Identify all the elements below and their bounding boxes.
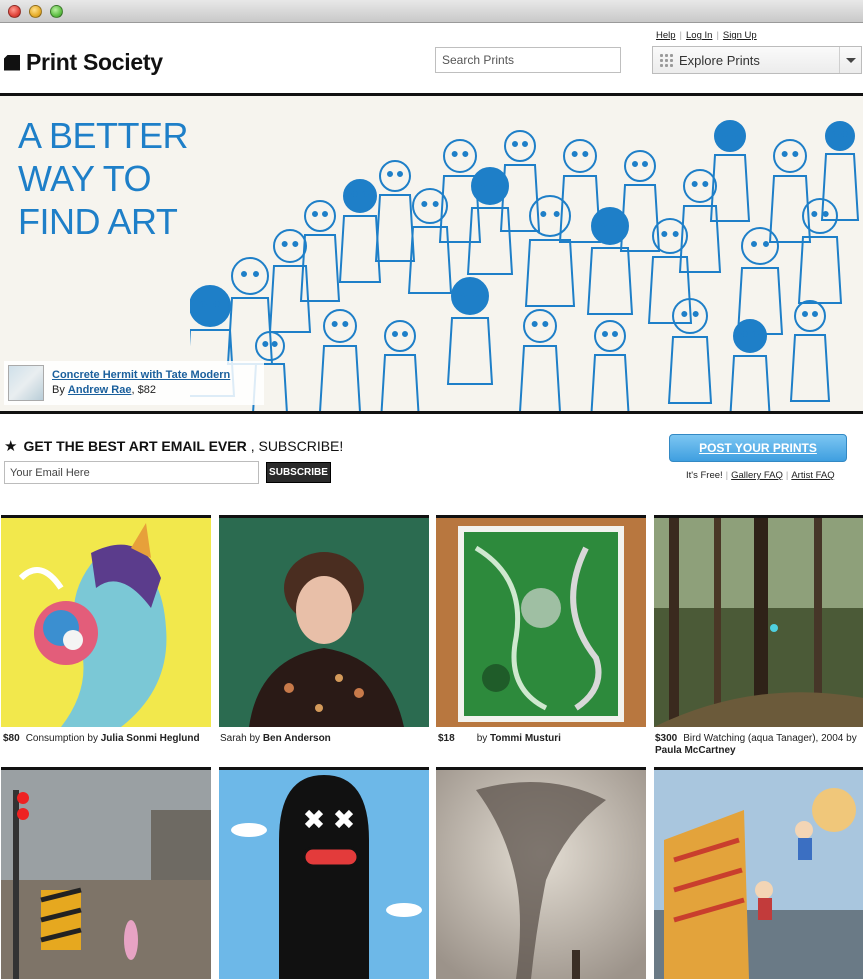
print-title[interactable]: Consumption <box>26 733 85 744</box>
print-by: by <box>846 733 857 744</box>
print-artwork <box>1 770 211 979</box>
print-artist[interactable]: Ben Anderson <box>263 733 331 744</box>
explore-prints-dropdown[interactable]: Explore Prints <box>652 46 862 74</box>
print-tile[interactable] <box>654 515 863 727</box>
print-image[interactable] <box>654 518 863 727</box>
featured-artist-link[interactable]: Andrew Rae <box>68 384 132 396</box>
logo-mark-icon <box>4 54 20 71</box>
print-image[interactable] <box>219 770 429 979</box>
divider: | <box>716 30 719 41</box>
caption-by: By <box>52 384 65 396</box>
post-prints-button[interactable]: POST YOUR PRINTS <box>669 434 847 462</box>
print-caption: $80 Consumption by Julia Sonmi Heglund <box>3 733 213 745</box>
print-caption: Sarah by Ben Anderson <box>220 733 430 745</box>
print-tile[interactable] <box>1 515 211 727</box>
logo-text: Print Society <box>26 49 163 75</box>
logo[interactable]: Print Society <box>4 49 163 76</box>
print-image[interactable] <box>436 518 646 727</box>
print-artwork <box>219 770 429 979</box>
close-window-icon[interactable] <box>8 5 21 18</box>
print-image[interactable] <box>1 770 211 979</box>
featured-caption: Concrete Hermit with Tate Modern By Andr… <box>4 361 264 405</box>
account-links: Help | Log In | Sign Up <box>656 30 761 41</box>
search-input[interactable] <box>435 47 621 73</box>
print-tile[interactable] <box>654 767 863 979</box>
print-tile[interactable] <box>1 767 211 979</box>
print-tile[interactable] <box>219 767 429 979</box>
subscribe-button[interactable]: SUBSCRIBE <box>266 462 331 483</box>
print-artwork <box>654 770 863 979</box>
window-titlebar <box>0 0 863 23</box>
zoom-window-icon[interactable] <box>50 5 63 18</box>
print-title[interactable]: Bird Watching (aqua Tanager), 2004 <box>683 733 843 744</box>
login-link[interactable]: Log In <box>686 30 712 41</box>
featured-thumbnail[interactable] <box>8 365 44 401</box>
subscribe-headline-rest: , SUBSCRIBE! <box>250 438 344 454</box>
site-header: Print Society Help|Log In|Sign Up Explor… <box>0 23 863 93</box>
print-artwork <box>219 518 429 727</box>
print-caption: $18 by Tommi Musturi <box>438 733 648 745</box>
subscribe-headline-bold: GET THE BEST ART EMAIL EVER <box>23 438 247 454</box>
grid-icon <box>659 53 673 67</box>
caption-text: Concrete Hermit with Tate Modern By Andr… <box>52 368 230 398</box>
print-artwork <box>436 518 646 727</box>
free-note: It's Free! <box>686 470 723 481</box>
email-field[interactable] <box>4 461 259 484</box>
print-artwork <box>654 518 863 727</box>
print-tile[interactable] <box>219 515 429 727</box>
featured-price: , $82 <box>131 384 156 396</box>
signup-link[interactable]: Sign Up <box>723 30 757 41</box>
hero-title-line: FIND ART <box>18 201 178 242</box>
print-image[interactable] <box>1 518 211 727</box>
print-image[interactable] <box>436 770 646 979</box>
print-image[interactable] <box>219 518 429 727</box>
print-artist[interactable]: Tommi Musturi <box>490 733 561 744</box>
subscribe-headline: ★ GET THE BEST ART EMAIL EVER, SUBSCRIBE… <box>4 437 343 455</box>
featured-title-link[interactable]: Concrete Hermit with Tate Modern <box>52 368 230 383</box>
print-price: $300 <box>655 733 678 744</box>
post-links: It's Free! | Gallery FAQ | Artist FAQ <box>686 470 835 481</box>
divider: | <box>679 30 683 41</box>
print-by: by <box>87 733 98 744</box>
help-link[interactable]: Help <box>656 30 676 41</box>
print-price: $80 <box>3 733 20 744</box>
hero-illustration <box>190 120 860 411</box>
divider: | <box>785 470 789 481</box>
print-title[interactable]: Sarah <box>220 733 247 744</box>
star-icon: ★ <box>4 438 18 455</box>
print-artist[interactable]: Julia Sonmi Heglund <box>101 733 200 744</box>
hero-title-line: WAY TO <box>18 158 152 199</box>
print-artwork <box>436 770 646 979</box>
print-tile[interactable] <box>436 767 646 979</box>
print-artist[interactable]: Paula McCartney <box>655 745 736 756</box>
artist-faq-link[interactable]: Artist FAQ <box>791 470 834 481</box>
divider: | <box>725 470 729 481</box>
print-by: by <box>476 733 488 744</box>
hero-title: A BETTER WAY TO FIND ART <box>18 114 189 243</box>
print-price: $18 <box>438 733 455 744</box>
chevron-down-icon[interactable] <box>839 47 861 73</box>
hero-title-line: A BETTER <box>18 115 189 156</box>
hero-banner[interactable]: A BETTER WAY TO FIND ART Concrete Hermit… <box>0 93 863 414</box>
print-image[interactable] <box>654 770 863 979</box>
minimize-window-icon[interactable] <box>29 5 42 18</box>
print-by: by <box>249 733 261 744</box>
gallery-faq-link[interactable]: Gallery FAQ <box>731 470 783 481</box>
print-artwork <box>18 523 167 727</box>
print-tile[interactable] <box>436 515 646 727</box>
print-caption: $300 Bird Watching (aqua Tanager), 2004 b… <box>655 733 860 757</box>
explore-label: Explore Prints <box>679 52 760 68</box>
